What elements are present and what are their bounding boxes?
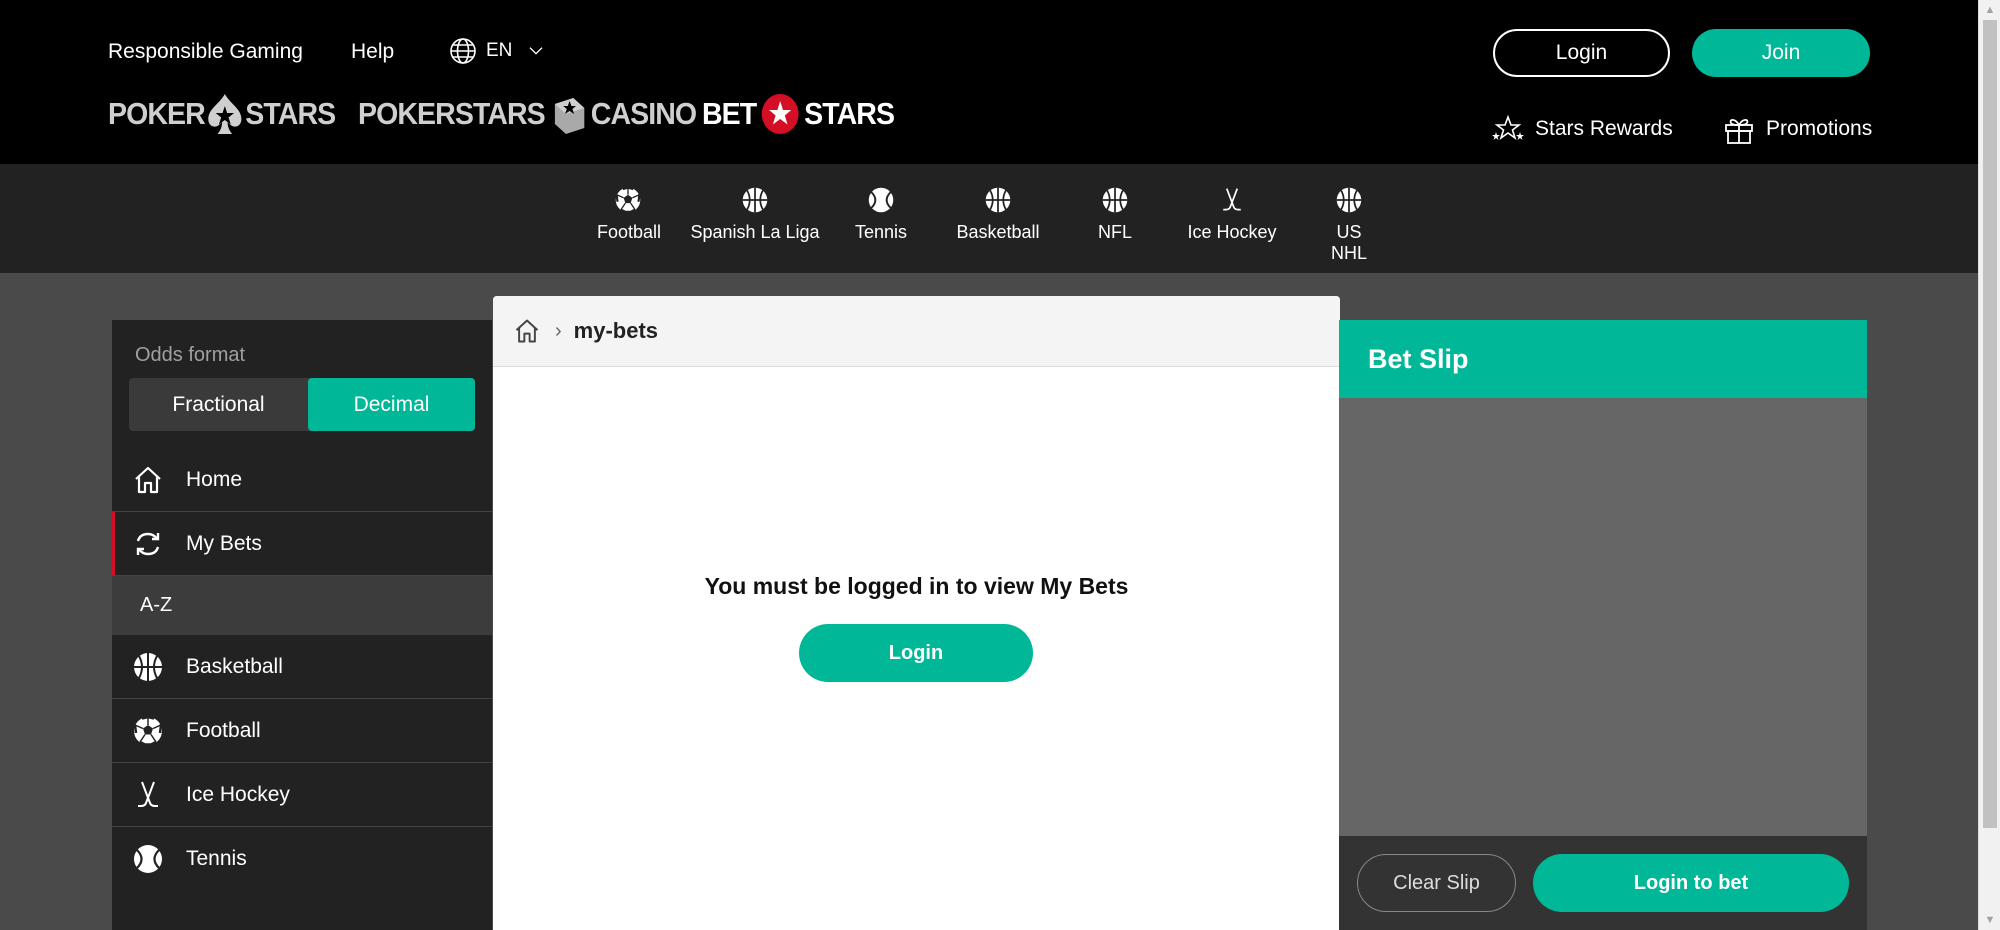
dice-icon (554, 98, 585, 134)
nav-sport-label: Tennis (854, 222, 908, 242)
logo-text: STARS (804, 96, 895, 131)
tennis-icon (867, 186, 895, 214)
header-login-button[interactable]: Login (1493, 29, 1670, 77)
promotions-link[interactable]: Promotions (1722, 114, 1872, 144)
nav-sport-ice-hockey[interactable]: Ice Hockey (1187, 186, 1277, 243)
globe-icon (450, 38, 476, 64)
sidebar-item-label: My Bets (186, 531, 262, 555)
scroll-up-arrow-icon[interactable]: ▲ (1979, 0, 2000, 20)
nav-sport-label: Ice Hockey (1187, 222, 1277, 242)
odds-fractional-button[interactable]: Fractional (129, 378, 308, 431)
sidebar-item-label: Basketball (186, 654, 283, 678)
sidebar-item-label: Ice Hockey (186, 782, 290, 806)
responsible-gaming-link[interactable]: Responsible Gaming (108, 40, 303, 64)
header-join-button[interactable]: Join (1692, 29, 1870, 77)
scroll-down-arrow-icon[interactable]: ▼ (1979, 910, 2000, 930)
nav-sport-label: Football (597, 222, 662, 242)
login-required-message: You must be logged in to view My Bets (704, 573, 1129, 599)
page-scrollbar[interactable]: ▲ ▼ (1978, 0, 2000, 930)
nav-sport-tennis[interactable]: Tennis (852, 186, 910, 243)
nav-sport-us-nhl[interactable]: US NHL (1317, 186, 1381, 264)
bet-slip-title: Bet Slip (1339, 320, 1867, 398)
sidebar-item-label: Home (186, 467, 243, 491)
basketball-icon (741, 186, 769, 214)
nav-sport-football[interactable]: Football (597, 186, 662, 243)
basketball-icon (132, 651, 164, 683)
left-sidebar: Odds format Fractional Decimal Home My B… (112, 320, 492, 930)
home-icon[interactable] (513, 317, 541, 345)
logo-text: BET (702, 96, 757, 131)
bet-slip-panel: Bet Slip Clear Slip Login to bet (1339, 320, 1867, 930)
spade-star-icon (208, 94, 242, 134)
breadcrumb-current: my-bets (573, 318, 659, 343)
odds-format-label: Odds format (135, 344, 246, 366)
logo-text: CASINO (590, 96, 697, 131)
promotions-label: Promotions (1766, 117, 1873, 140)
betstars-logo[interactable]: BET STARS (702, 92, 895, 136)
pokerstars-logo[interactable]: POKER STARS (108, 92, 336, 136)
sidebar-item-label: Football (186, 718, 261, 742)
stars-rewards-label: Stars Rewards (1535, 117, 1673, 140)
sidebar-item-tennis[interactable]: Tennis (112, 827, 492, 891)
nav-sport-nfl[interactable]: NFL (1094, 186, 1136, 243)
sidebar-item-home[interactable]: Home (112, 448, 492, 512)
chevron-right-icon: › (555, 319, 562, 342)
nav-sport-spanish-la-liga[interactable]: Spanish La Liga (690, 186, 820, 243)
nav-sport-label: NFL (1097, 222, 1132, 242)
logo-text: STARS (245, 96, 336, 131)
logo-text: POKER (108, 96, 206, 131)
bet-slip-footer: Clear Slip Login to bet (1339, 836, 1867, 930)
main-content-panel: › my-bets You must be logged in to view … (493, 296, 1340, 930)
odds-format-toggle: Fractional Decimal (129, 378, 475, 431)
logo-text: POKERSTARS (358, 96, 546, 131)
main-login-button[interactable]: Login (799, 624, 1033, 682)
language-selector[interactable]: EN (448, 36, 546, 66)
hockey-sticks-icon (1218, 186, 1246, 214)
login-to-bet-button[interactable]: Login to bet (1533, 854, 1849, 912)
stars-icon (1492, 114, 1524, 141)
nav-sport-basketball[interactable]: Basketball (955, 186, 1041, 243)
basketball-icon (984, 186, 1012, 214)
chevron-down-icon (529, 47, 543, 55)
top-header: Responsible Gaming Help EN POKER STARS P… (0, 0, 1978, 164)
basketball-icon (1101, 186, 1129, 214)
gift-icon (1725, 118, 1753, 144)
football-icon (132, 715, 164, 747)
sidebar-item-label: Tennis (186, 847, 247, 870)
nav-sport-label: US NHL (1330, 222, 1367, 263)
odds-decimal-button[interactable]: Decimal (308, 378, 475, 431)
breadcrumb: › my-bets (493, 296, 1340, 367)
sidebar-item-ice-hockey[interactable]: Ice Hockey (112, 763, 492, 827)
hockey-sticks-icon (132, 779, 164, 811)
tennis-icon (132, 843, 164, 875)
red-star-badge-icon (761, 94, 799, 134)
basketball-icon (1335, 186, 1363, 214)
language-code: EN (486, 40, 513, 61)
pokerstars-casino-logo[interactable]: POKERSTARS CASINO (358, 92, 697, 136)
nav-sport-label: Spanish La Liga (690, 222, 820, 242)
my-bets-icon (132, 528, 164, 560)
nav-sport-label: Basketball (956, 222, 1040, 242)
sidebar-item-my-bets[interactable]: My Bets (112, 512, 492, 576)
sports-nav-bar: Football Spanish La Liga Tennis Basketba… (0, 164, 1978, 273)
clear-slip-button[interactable]: Clear Slip (1357, 854, 1516, 912)
home-icon (132, 464, 164, 496)
a-z-section-header: A-Z (112, 576, 492, 635)
sidebar-item-football[interactable]: Football (112, 699, 492, 763)
football-icon (614, 186, 642, 214)
scrollbar-thumb[interactable] (1983, 20, 1997, 828)
sidebar-item-basketball[interactable]: Basketball (112, 635, 492, 699)
stars-rewards-link[interactable]: Stars Rewards (1491, 114, 1673, 144)
help-link[interactable]: Help (351, 40, 394, 64)
